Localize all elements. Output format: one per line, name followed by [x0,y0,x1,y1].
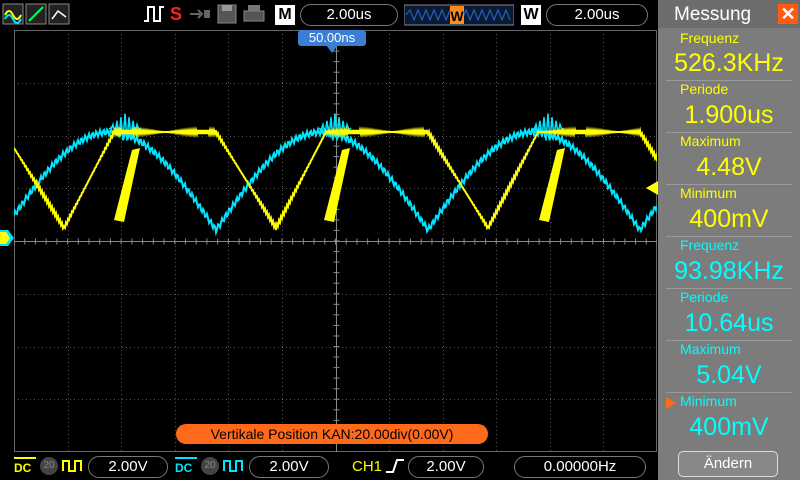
channel-ground-marker-icon[interactable] [0,230,14,246]
ch1-period-value: 1.900us [684,101,774,129]
mode-button[interactable]: M [275,5,295,25]
ch2-max-label: Maximum [680,341,741,357]
ch2-period-value: 10.64us [684,309,774,337]
ch2-bw-limit[interactable]: 20 [201,457,219,475]
frequency-counter: 0.00000Hz [514,456,646,478]
ch1-ramp [114,148,140,222]
ch2-min-value: 400mV [689,413,769,441]
trigger-edge-icon[interactable] [142,3,166,25]
ch2-scale[interactable]: 2.00V [249,456,329,478]
ch2-coupling-icon[interactable]: DC [175,457,197,477]
vertical-position-notice: Vertikale Position KAN:20.00div(0.00V) [176,424,488,444]
storage-icons[interactable] [188,3,268,25]
ch1-max-label: Maximum [680,133,741,149]
waveform-display[interactable] [13,29,658,453]
waveform-canvas [13,29,658,453]
top-toolbar: S M 2.00us W W 2.00us [0,0,658,30]
trigger-pointer-icon [326,45,338,53]
ch1-max-value: 4.48V [696,153,762,181]
ch1-bw-limit[interactable]: 20 [40,457,58,475]
window-button[interactable]: W [521,5,541,25]
ch1-freq-value: 526.3KHz [674,49,784,77]
ch2-probe-icon[interactable] [223,458,245,474]
ch1-coupling: DC [14,461,32,475]
ch1-min-label: Minimum [680,185,737,201]
display-mode-icons[interactable] [2,3,86,25]
stop-status: S [170,4,183,24]
rising-edge-icon[interactable] [384,457,406,475]
ch1-probe-icon[interactable] [62,458,84,474]
ch1-ramp [539,148,565,222]
ch1-period-label: Periode [680,81,729,97]
panel-title: Messung [674,4,752,25]
timebase-readout[interactable]: 2.00us [300,4,398,26]
ch1-coupling-icon[interactable]: DC [14,457,36,477]
trigger-source[interactable]: CH1 [352,458,382,475]
ch1-freq-label: Frequenz [680,30,740,46]
window-timebase-readout[interactable]: 2.00us [546,4,648,26]
ch2-freq-value: 93.98KHz [674,257,784,285]
memory-window-bar[interactable]: W [404,4,514,26]
ch2-min-label[interactable]: Minimum [680,393,737,409]
ch1-min-value: 400mV [689,205,769,233]
ch1-scale[interactable]: 2.00V [88,456,168,478]
bottom-status-bar: DC 20 2.00V DC 20 2.00V CH1 2.00V 0.0000… [0,452,658,480]
ch2-max-value: 5.04V [696,361,762,389]
trigger-level[interactable]: 2.00V [408,456,484,478]
selection-arrow-icon [666,397,676,409]
measurement-panel: Messung ✕ Frequenz 526.3KHz Periode 1.90… [658,0,800,480]
ch2-freq-label: Frequenz [680,237,740,253]
ch2-coupling: DC [175,461,193,475]
trigger-level-marker-icon[interactable] [642,181,658,195]
svg-text:W: W [450,8,464,24]
ch2-period-label: Periode [680,289,729,305]
change-button[interactable]: Ändern [678,451,778,477]
close-icon[interactable]: ✕ [778,4,798,24]
trigger-position-marker[interactable]: 50.00ns [298,30,366,46]
